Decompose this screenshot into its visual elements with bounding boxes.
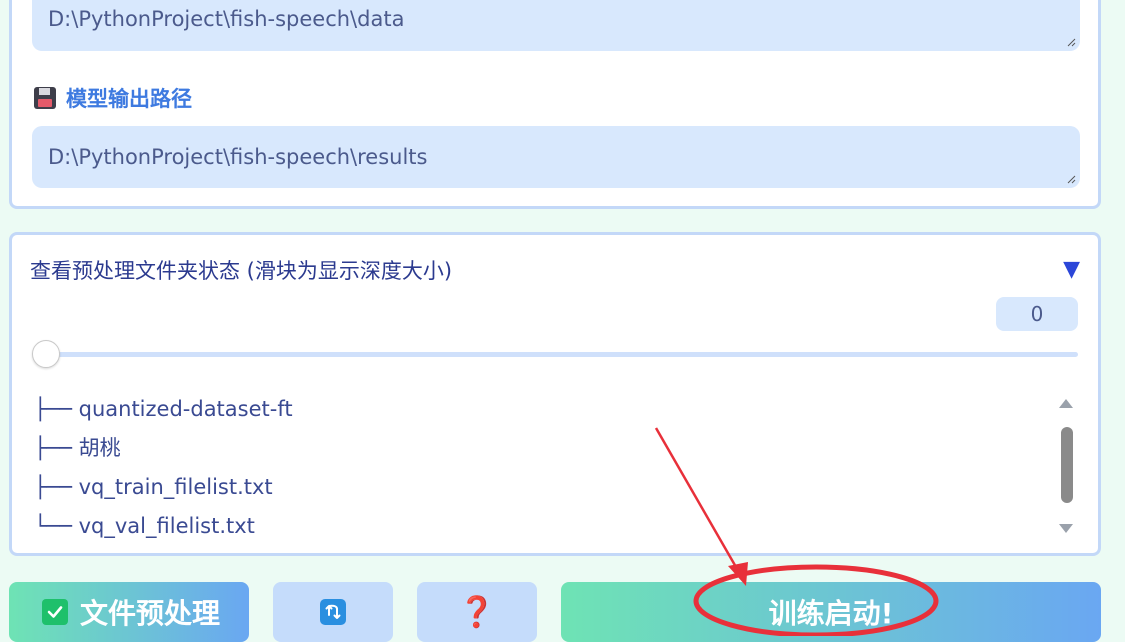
depth-slider-track[interactable] (34, 352, 1078, 357)
output-dir-label-text: 模型输出路径 (66, 87, 192, 111)
tree-branch: ├── (34, 436, 72, 460)
paths-panel: D:\PythonProject\fish-speech\data 模型输出路径… (9, 0, 1101, 209)
resize-grip-icon[interactable] (1066, 37, 1076, 47)
output-dir-value: D:\PythonProject\fish-speech\results (48, 145, 428, 169)
tree-branch: ├── (34, 397, 72, 421)
tree-branch: ├── (34, 475, 72, 499)
output-dir-input[interactable]: D:\PythonProject\fish-speech\results (32, 126, 1080, 188)
tree-entry: └── vq_val_filelist.txt (34, 507, 1034, 546)
scroll-up-icon[interactable] (1059, 399, 1073, 408)
tree-entry-name: vq_val_filelist.txt (78, 514, 255, 538)
tree-scrollbar[interactable] (1056, 393, 1078, 539)
data-dir-input[interactable]: D:\PythonProject\fish-speech\data (32, 0, 1080, 51)
scroll-thumb[interactable] (1061, 427, 1073, 503)
folder-tree-list: ├── quantized-dataset-ft ├── 胡桃 ├── vq_t… (34, 390, 1034, 546)
start-training-label: 训练启动! (768, 597, 894, 630)
tree-branch: └── (34, 514, 72, 538)
tree-entry: ├── vq_train_filelist.txt (34, 468, 1034, 507)
preprocess-button[interactable]: 文件预处理 (9, 582, 249, 642)
tree-entry: ├── 胡桃 (34, 429, 1034, 468)
collapse-toggle-icon[interactable]: ▼ (1063, 257, 1080, 282)
refresh-button[interactable] (273, 582, 393, 642)
depth-number-input[interactable]: 0 (996, 297, 1078, 331)
data-dir-value: D:\PythonProject\fish-speech\data (48, 7, 405, 31)
preprocess-status-panel: 查看预处理文件夹状态 (滑块为显示深度大小) ▼ 0 ├── quantized… (9, 232, 1101, 556)
floppy-disk-icon (34, 87, 56, 109)
depth-slider-handle[interactable] (32, 340, 60, 368)
tree-entry-name: vq_train_filelist.txt (78, 475, 273, 499)
tree-panel-header[interactable]: 查看预处理文件夹状态 (滑块为显示深度大小) (30, 255, 452, 285)
tree-entry-name: 胡桃 (78, 436, 121, 460)
question-mark-icon: ❓ (458, 594, 496, 630)
preprocess-button-label: 文件预处理 (79, 597, 220, 630)
resize-grip-icon[interactable] (1066, 174, 1076, 184)
start-training-button[interactable]: 训练启动! (561, 582, 1101, 642)
tree-entry: ├── quantized-dataset-ft (34, 390, 1034, 429)
output-dir-label: 模型输出路径 (34, 84, 192, 112)
check-mark-icon (41, 599, 68, 625)
help-button[interactable]: ❓ (417, 582, 537, 642)
tree-entry-name: quantized-dataset-ft (78, 397, 293, 421)
refresh-icon (320, 599, 346, 625)
scroll-down-icon[interactable] (1059, 524, 1073, 533)
